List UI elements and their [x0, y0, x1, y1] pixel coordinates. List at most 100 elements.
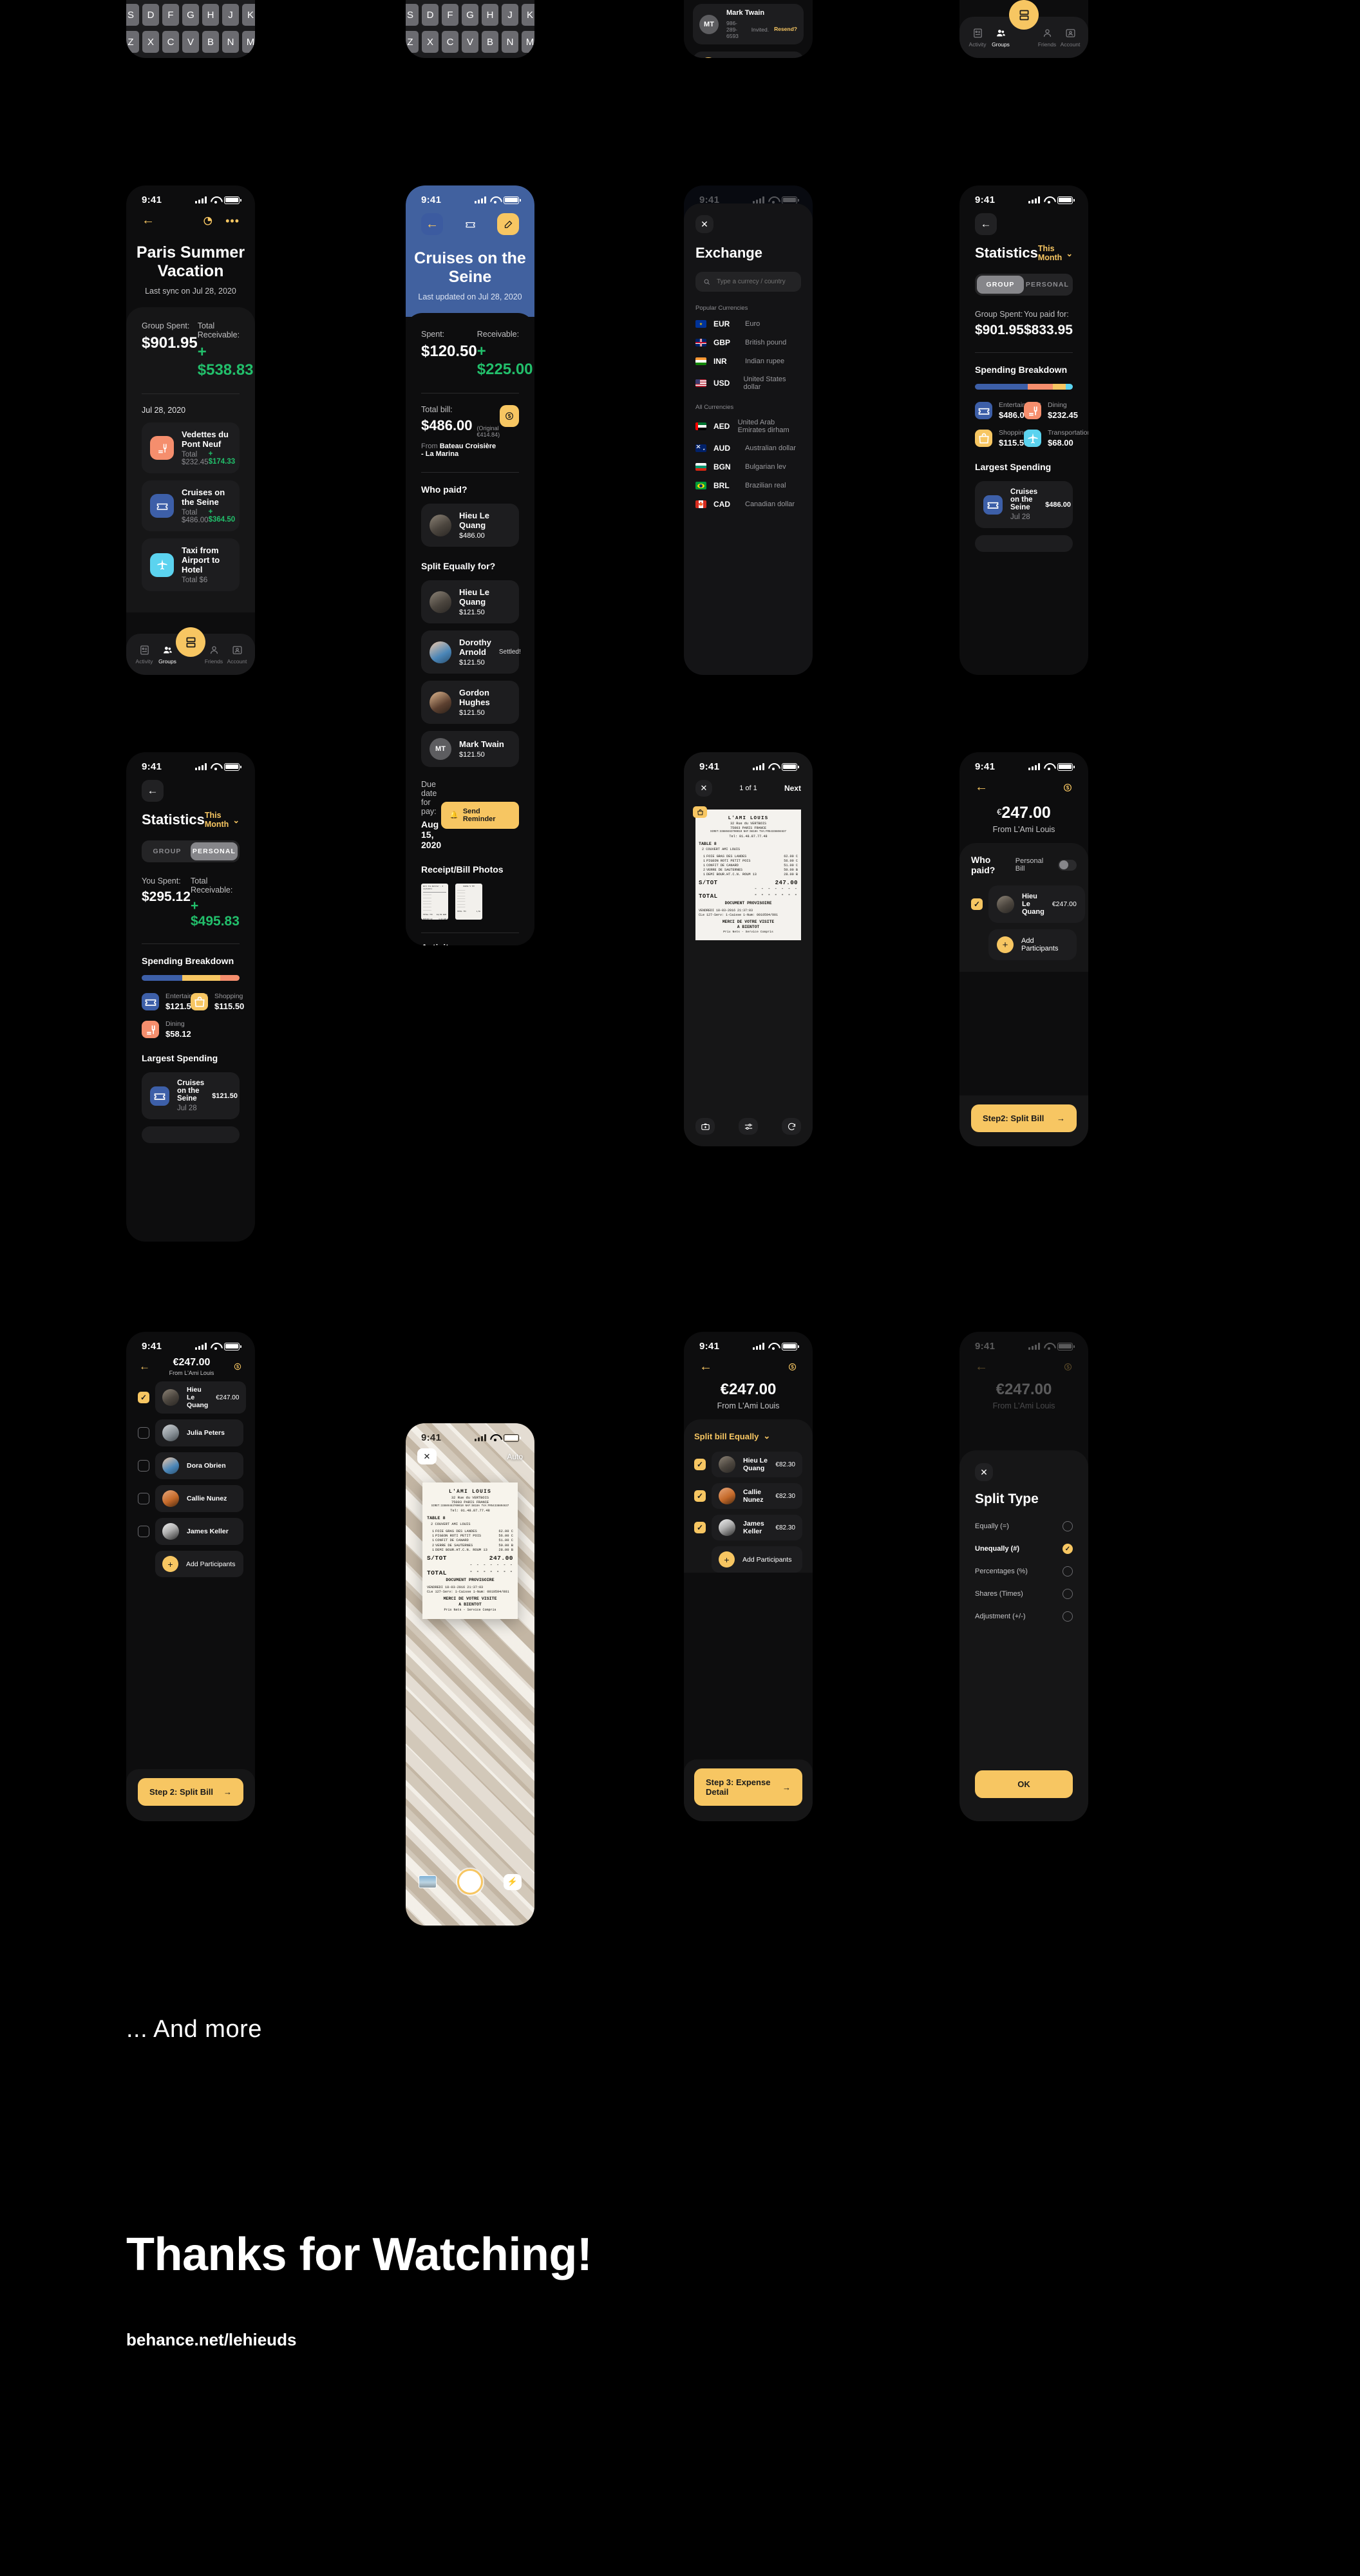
radio-button[interactable]: [1062, 1566, 1073, 1577]
close-icon[interactable]: ✕: [695, 780, 712, 797]
table-row[interactable]: MT Mark Twain $121.50: [421, 731, 519, 767]
table-row[interactable]: Hieu Le Quang €247.00: [155, 1381, 247, 1414]
list-item[interactable]: ★ EUR Euro: [695, 319, 801, 328]
key[interactable]: C: [442, 31, 458, 53]
table-row[interactable]: Dora Obrien: [155, 1452, 243, 1479]
sidebar-item-activity[interactable]: Activity: [966, 28, 989, 48]
search-input[interactable]: [695, 272, 801, 292]
split-checkbox[interactable]: ✓: [694, 1522, 706, 1533]
key[interactable]: N: [502, 31, 518, 53]
key[interactable]: F: [442, 4, 458, 26]
list-item[interactable]: MT Mark Twain 986-289-6593 Invited. Rese…: [693, 4, 804, 44]
receipt-thumbnail[interactable]: CHAPEL'S TOY ————————— ————————— —————————…: [455, 884, 482, 920]
back-arrow-icon[interactable]: ←: [975, 780, 988, 795]
key[interactable]: Z: [126, 31, 139, 53]
radio-button[interactable]: [1062, 1521, 1073, 1531]
key[interactable]: Z: [406, 31, 419, 53]
key[interactable]: B: [482, 31, 498, 53]
close-icon[interactable]: ✕: [975, 1463, 993, 1481]
rotate-icon[interactable]: [782, 1118, 801, 1135]
table-row[interactable]: Hieu Le Quang $121.50: [421, 580, 519, 623]
tab-group[interactable]: GROUP: [977, 276, 1024, 294]
add-participants-button[interactable]: + Add Participants: [693, 52, 804, 58]
sidebar-item-activity[interactable]: Activity: [133, 645, 156, 665]
statistics-segmented-control[interactable]: GROUP PERSONAL: [142, 840, 240, 862]
participant-checkbox[interactable]: [138, 1526, 149, 1537]
currency-exchange-icon[interactable]: [233, 1362, 242, 1371]
list-item[interactable]: BRL Brazilian real: [695, 481, 801, 490]
option-equally[interactable]: Equally (=): [975, 1521, 1073, 1531]
table-row[interactable]: Taxi from Airport to Hotel Total $6: [142, 538, 240, 591]
receipt-thumbnail[interactable]: Bill the Butcher - 4 septembre —————————…: [421, 884, 448, 920]
currency-exchange-icon[interactable]: [788, 1362, 797, 1372]
key[interactable]: G: [462, 4, 478, 26]
key[interactable]: S: [126, 4, 139, 26]
resend-link[interactable]: Resend?: [774, 26, 797, 32]
back-arrow-icon[interactable]: ←: [142, 213, 155, 228]
close-icon[interactable]: ✕: [695, 215, 713, 233]
currency-exchange-icon[interactable]: [1062, 782, 1073, 793]
table-row[interactable]: Dorothy Arnold $121.50 Settled!: [421, 630, 521, 674]
key[interactable]: J: [502, 4, 518, 26]
radio-button[interactable]: [1062, 1589, 1073, 1599]
table-row[interactable]: James Keller €82.30: [712, 1515, 802, 1540]
key[interactable]: K: [242, 4, 255, 26]
participant-checkbox[interactable]: [138, 1427, 149, 1439]
table-row[interactable]: [142, 1126, 240, 1143]
key[interactable]: M: [522, 31, 534, 53]
flash-off-icon[interactable]: ⚡: [504, 1873, 522, 1890]
period-selector[interactable]: This Month ⌄: [1038, 244, 1073, 262]
key[interactable]: K: [522, 4, 534, 26]
table-row[interactable]: Cruises on the Seine Total $486.00 + $364…: [142, 480, 240, 531]
sidebar-item-friends[interactable]: Friends: [202, 645, 225, 665]
split-type-selector[interactable]: Split bill Equally ⌄: [694, 1431, 802, 1441]
option-unequally[interactable]: Unequally (#) ✓: [975, 1544, 1073, 1554]
split-checkbox[interactable]: ✓: [694, 1459, 706, 1470]
shutter-button[interactable]: [457, 1869, 483, 1895]
back-arrow-icon[interactable]: ←: [421, 213, 443, 235]
radio-button[interactable]: [1062, 1611, 1073, 1622]
sidebar-item-account[interactable]: Account: [225, 645, 249, 665]
tab-group[interactable]: GROUP: [144, 842, 191, 860]
search-field[interactable]: [717, 278, 793, 285]
step2-split-bill-button[interactable]: Step2: Split Bill →: [971, 1104, 1077, 1132]
list-item[interactable]: Hieu Le Quang $486.00: [421, 504, 519, 547]
list-item[interactable]: INR Indian rupee: [695, 357, 801, 366]
currency-exchange-icon[interactable]: [500, 405, 519, 427]
key[interactable]: V: [462, 31, 478, 53]
behance-link[interactable]: behance.net/lehieuds: [126, 2330, 296, 2350]
next-button[interactable]: Next: [784, 784, 801, 793]
sidebar-item-account[interactable]: Account: [1059, 28, 1082, 48]
add-participants-button[interactable]: + Add Participants: [155, 1551, 243, 1577]
sidebar-item-friends[interactable]: Friends: [1035, 28, 1059, 48]
table-row[interactable]: Cruises on the Seine Jul 28 $121.50: [142, 1072, 240, 1119]
participant-checkbox[interactable]: [138, 1493, 149, 1504]
split-checkbox[interactable]: ✓: [694, 1490, 706, 1502]
list-item[interactable]: BGN Bulgarian lev: [695, 462, 801, 471]
adjust-icon[interactable]: [739, 1118, 758, 1135]
tab-personal[interactable]: PERSONAL: [191, 842, 238, 860]
payer-checkbox[interactable]: ✓: [971, 898, 983, 910]
list-item[interactable]: ★ AUD Australian dollar: [695, 444, 801, 453]
table-row[interactable]: [975, 535, 1073, 552]
list-item[interactable]: GBP British pound: [695, 338, 801, 347]
sidebar-item-groups[interactable]: Groups: [989, 28, 1012, 48]
back-arrow-icon[interactable]: ←: [139, 1360, 150, 1373]
send-reminder-button[interactable]: 🔔 Send Reminder: [441, 801, 519, 829]
back-arrow-icon[interactable]: ←: [142, 780, 164, 802]
period-selector[interactable]: This Month ⌄: [205, 811, 240, 829]
back-arrow-icon[interactable]: ←: [975, 213, 997, 235]
statistics-segmented-control[interactable]: GROUP PERSONAL: [975, 274, 1073, 296]
table-row[interactable]: James Keller: [155, 1518, 243, 1545]
add-participants-button[interactable]: + Add Participants: [712, 1546, 802, 1573]
table-row[interactable]: Hieu Le Quang €82.30: [712, 1452, 802, 1477]
list-item[interactable]: USD United States dollar: [695, 375, 801, 391]
option-percentages[interactable]: Percentages (%): [975, 1566, 1073, 1577]
list-item[interactable]: 🍁 CAD Canadian dollar: [695, 500, 801, 509]
list-item[interactable]: AED United Arab Emirates dirham: [695, 419, 801, 434]
table-row[interactable]: Hieu Le Quang €247.00: [988, 886, 1085, 923]
key[interactable]: B: [202, 31, 219, 53]
create-expense-fab[interactable]: [1009, 0, 1039, 30]
key[interactable]: H: [202, 4, 219, 26]
shopping-tag-icon[interactable]: [693, 806, 707, 818]
